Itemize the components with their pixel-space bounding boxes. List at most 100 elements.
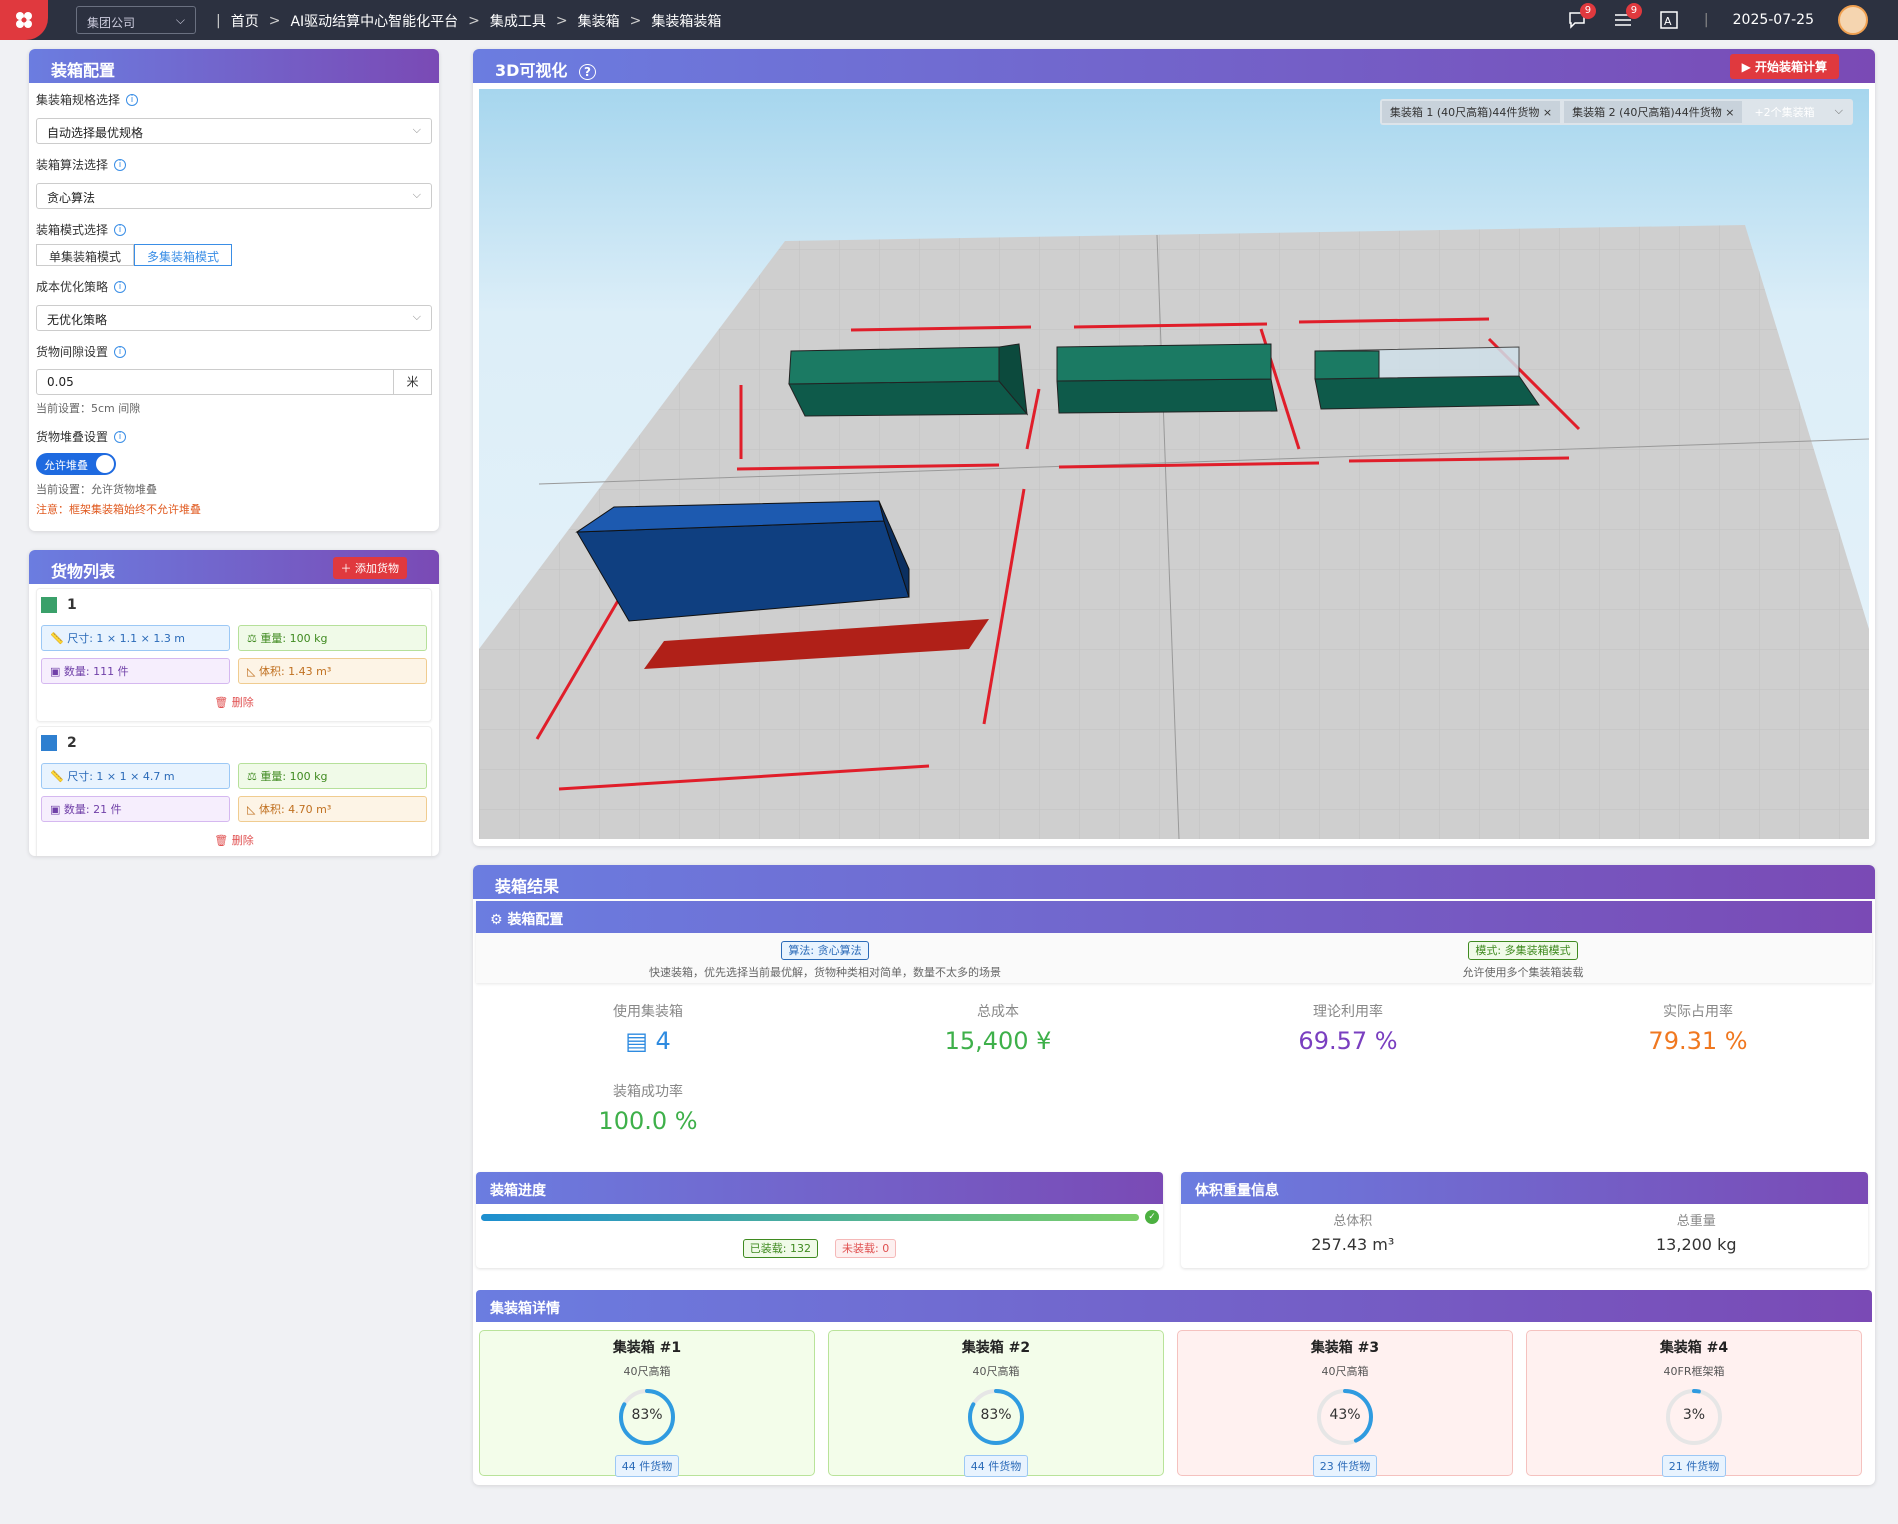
cost-select[interactable]: 无优化策略 ⌵ (36, 305, 432, 331)
info-icon[interactable]: i (114, 280, 127, 293)
app-logo[interactable] (0, 0, 48, 40)
cargo-weight-text: 重量: 100 kg (260, 770, 328, 783)
vw-title: 体积重量信息 (1181, 1172, 1868, 1204)
container-type: 40尺高箱 (972, 1365, 1020, 1378)
volume-weight-card: 体积重量信息 总体积 257.43 m³ 总重量 13,200 kg (1181, 1172, 1868, 1268)
company-label: 集团公司 (87, 16, 136, 30)
ruler-icon: 📏 (50, 632, 64, 645)
start-calc-label: 开始装箱计算 (1754, 60, 1827, 74)
cargo-title-text: 货物列表 (51, 562, 116, 581)
date-display: 2025-07-25 (1732, 12, 1814, 28)
start-calc-button[interactable]: ▶ 开始装箱计算 (1729, 54, 1839, 79)
stack-toggle[interactable]: 允许堆叠 (36, 453, 116, 475)
weight-icon: ⚖ (247, 632, 257, 645)
mode-single-button[interactable]: 单集装箱模式 (36, 244, 135, 266)
stat-cost: 总成本 15,400 ¥ (823, 1001, 1173, 1055)
avatar[interactable] (1838, 5, 1868, 35)
stat-theory: 理论利用率 69.57 % (1173, 1001, 1523, 1055)
container-count: 21 件货物 (1661, 1455, 1727, 1477)
close-icon[interactable]: × (1725, 106, 1734, 119)
stat-label: 理论利用率 (1313, 1004, 1383, 1020)
result-config-title: 装箱配置 (507, 912, 564, 928)
cargo-qty-text: 数量: 21 件 (63, 803, 122, 816)
progress-bar: ✓ (481, 1210, 1159, 1224)
cargo-volume-text: 体积: 4.70 m³ (258, 803, 332, 816)
3d-canvas[interactable]: 集装箱 1 (40尺高箱)44件货物 × 集装箱 2 (40尺高箱)44件货物 … (479, 89, 1869, 839)
cargo-name: 2 (67, 735, 77, 751)
chevron-down-icon[interactable]: ⌵ (1827, 101, 1851, 123)
info-icon[interactable]: i (114, 158, 127, 171)
box-icon: ▣ (50, 803, 61, 816)
crumb-container[interactable]: 集装箱 (578, 11, 620, 31)
cargo-qty-text: 数量: 111 件 (63, 665, 129, 678)
cargo-color-swatch (41, 597, 57, 613)
info-icon[interactable]: i (114, 430, 127, 443)
algo-tag: 算法: 贪心算法 (781, 941, 869, 960)
stat-value: 79.31 % (1648, 1027, 1748, 1055)
container-card[interactable]: 集装箱 #1 40尺高箱 83% 44 件货物 (479, 1330, 815, 1477)
list-icon[interactable]: 9 (1612, 3, 1642, 31)
utilization-pct: 83% (980, 1407, 1012, 1423)
cargo-volume: ◺ 体积: 1.43 m³ (238, 658, 427, 684)
tab-container-1[interactable]: 集装箱 1 (40尺高箱)44件货物 × (1381, 101, 1561, 123)
algo-select[interactable]: 贪心算法 ⌵ (36, 183, 432, 209)
gap-input[interactable]: 0.05 (36, 369, 394, 395)
delete-label: 删除 (231, 834, 254, 847)
config-title: 装箱配置 (29, 49, 439, 83)
info-icon[interactable]: i (126, 93, 139, 106)
cargo-weight: ⚖ 重量: 100 kg (238, 625, 427, 651)
gap-unit: 米 (394, 369, 432, 395)
translate-icon[interactable]: A (1658, 9, 1680, 31)
cargo-volume-text: 体积: 1.43 m³ (258, 665, 332, 678)
spec-select[interactable]: 自动选择最优规格 ⌵ (36, 118, 432, 144)
flower-icon (16, 12, 32, 28)
info-icon[interactable]: i (114, 223, 127, 236)
mode-tag: 模式: 多集装箱模式 (1468, 941, 1578, 960)
gap-value: 0.05 (47, 375, 74, 389)
loaded-tag: 已装载: 132 (742, 1239, 818, 1258)
delete-cargo-button[interactable]: 🗑 删除 (41, 832, 427, 848)
info-icon[interactable]: i (114, 345, 127, 358)
list-badge: 9 (1625, 3, 1642, 19)
total-weight-label: 总重量 (1676, 1214, 1716, 1229)
stat-label: 装箱成功率 (613, 1084, 683, 1100)
volume-icon: ◺ (247, 665, 256, 678)
stack-warning: 注意：框架集装箱始终不允许堆叠 (36, 503, 201, 516)
company-select[interactable]: 集团公司 ⌵ (76, 6, 196, 34)
chevron-down-icon: ⌵ (175, 13, 185, 27)
mode-multi-button[interactable]: 多集装箱模式 (134, 244, 233, 266)
stat-value: 15,400 ¥ (944, 1027, 1052, 1055)
gear-icon: ⚙ (490, 912, 503, 928)
help-icon[interactable]: ? (579, 64, 596, 80)
crumb-tools[interactable]: 集成工具 (490, 11, 546, 31)
algo-value: 贪心算法 (47, 191, 96, 205)
container-card[interactable]: 集装箱 #2 40尺高箱 83% 44 件货物 (828, 1330, 1164, 1477)
utilization-pct: 43% (1329, 1407, 1361, 1423)
tab-more[interactable]: +2个集装箱 (1746, 101, 1822, 123)
chat-icon[interactable]: 9 (1566, 3, 1596, 31)
add-cargo-button[interactable]: ＋ 添加货物 (332, 557, 407, 579)
progress-card: 装箱进度 ✓ 已装载: 132 未装载: 0 (476, 1172, 1163, 1268)
spec-value: 自动选择最优规格 (47, 126, 144, 140)
container-card[interactable]: 集装箱 #4 40FR框架箱 3% 21 件货物 (1526, 1330, 1862, 1477)
result-config-header: ⚙ 装箱配置 (476, 901, 1872, 933)
utilization-ring: 83% (966, 1387, 1026, 1447)
close-icon[interactable]: × (1543, 106, 1552, 119)
stat-value: 100.0 % (598, 1107, 698, 1135)
algo-desc: 快速装箱，优先选择当前最优解，货物种类相对简单，数量不太多的场景 (649, 966, 1001, 979)
cargo-panel: 货物列表 ＋ 添加货物 1 📏 尺寸: 1 × 1.1 × 1.3 m ⚖ 重量… (29, 550, 439, 856)
cargo-weight: ⚖ 重量: 100 kg (238, 763, 427, 789)
delete-cargo-button[interactable]: 🗑 删除 (41, 694, 427, 710)
add-cargo-label: 添加货物 (355, 562, 399, 575)
cargo-size: 📏 尺寸: 1 × 1 × 4.7 m (41, 763, 230, 789)
crumb-platform[interactable]: AI驱动结算中心智能化平台 (290, 11, 458, 31)
cargo-volume: ◺ 体积: 4.70 m³ (238, 796, 427, 822)
tab-container-2[interactable]: 集装箱 2 (40尺高箱)44件货物 × (1564, 101, 1743, 123)
total-weight-value: 13,200 kg (1656, 1235, 1737, 1254)
container-card[interactable]: 集装箱 #3 40尺高箱 43% 23 件货物 (1177, 1330, 1513, 1477)
crumb-home[interactable]: 首页 (231, 11, 259, 31)
check-icon: ✓ (1145, 1210, 1159, 1224)
viz-title: 3D可视化 (495, 61, 568, 80)
container-count: 44 件货物 (963, 1455, 1029, 1477)
trash-icon: 🗑 (214, 696, 229, 709)
